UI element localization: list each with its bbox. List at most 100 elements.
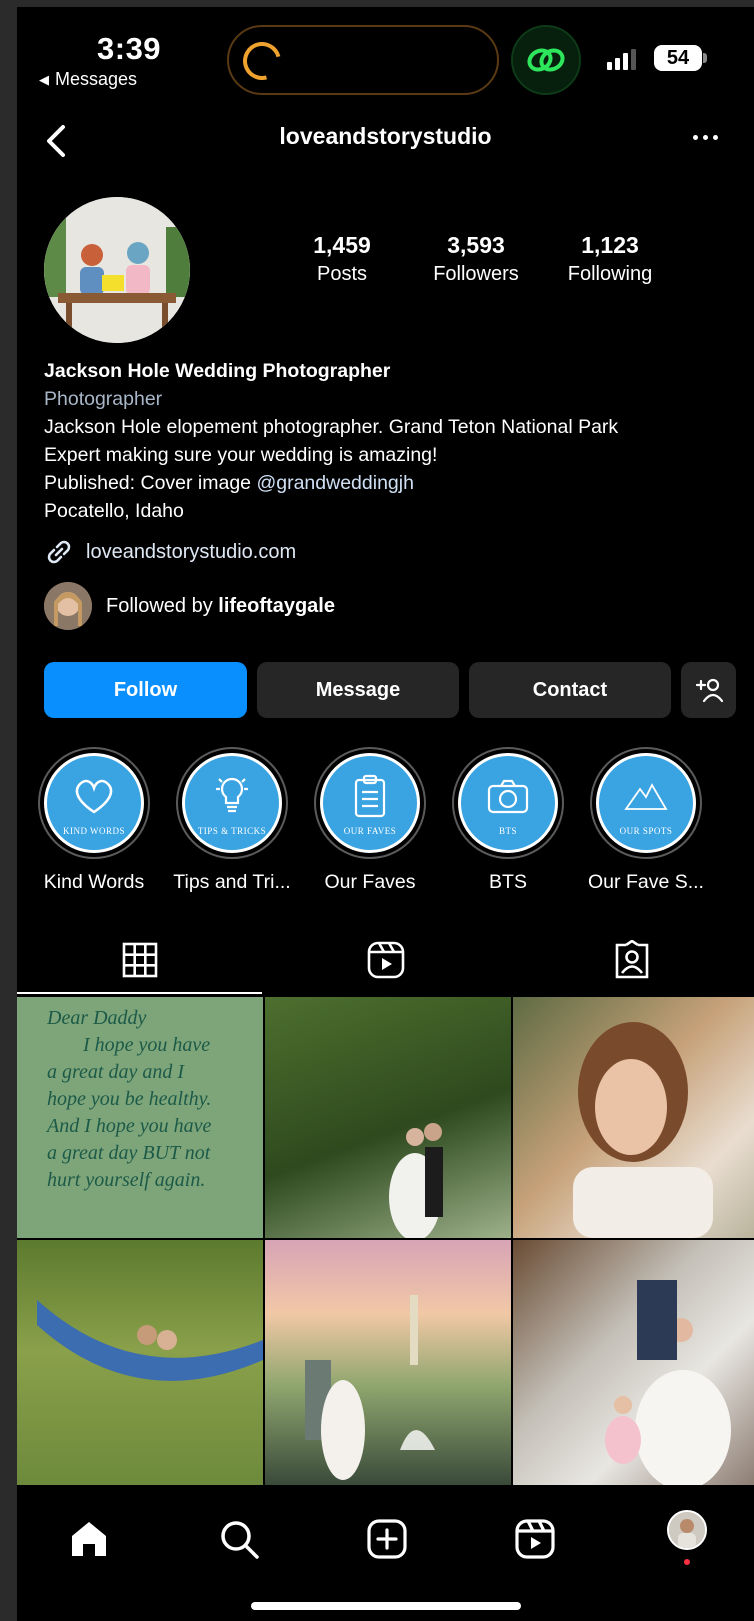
highlight-cover: OUR FAVES [320, 753, 420, 853]
status-time: 3:39 [97, 31, 162, 66]
bio-location: Pocatello, Idaho [44, 500, 184, 522]
bio-line-1: Jackson Hole elopement photographer. Gra… [44, 416, 619, 438]
profile-username: loveandstorystudio [279, 123, 492, 149]
followed-by[interactable]: Followed by lifeoftaygale [44, 582, 335, 630]
highlight-badge-text: BTS [498, 826, 517, 836]
bio-name: Jackson Hole Wedding Photographer [44, 360, 391, 382]
stat-posts-value: 1,459 [313, 232, 371, 258]
followed-by-user: lifeoftaygale [218, 594, 335, 617]
highlight-label: Our Faves [324, 871, 416, 893]
bio-mention-link[interactable]: @grandweddingjh [256, 472, 414, 494]
battery-tip [703, 53, 707, 63]
highlight-ring: BTS [452, 747, 564, 859]
highlight-tips-and-tricks[interactable]: TIPS & TRICKS Tips and Tri... [162, 747, 302, 894]
stat-following[interactable]: 1,123 Following [545, 232, 675, 286]
grid-icon [122, 942, 157, 978]
highlight-badge-text: TIPS & TRICKS [197, 826, 267, 836]
note-line: And I hope you have [47, 1115, 212, 1137]
back-triangle-icon: ◀ [39, 71, 49, 87]
back-app-label: Messages [55, 69, 138, 89]
bio-category[interactable]: Photographer [44, 385, 618, 413]
stat-posts-label: Posts [316, 263, 368, 285]
stat-following-label: Following [567, 263, 653, 285]
followed-by-text: Followed by lifeoftaygale [106, 595, 335, 618]
bio-line-3: Published: Cover image @grandweddingjh [44, 469, 618, 497]
contact-button[interactable]: Contact [469, 662, 671, 718]
highlight-our-fave-spots[interactable]: OUR SPOTS Our Fave S... [576, 747, 716, 894]
note-line: hurt yourself again. [47, 1169, 206, 1191]
follow-button[interactable]: Follow [44, 662, 247, 718]
highlight-ring: KIND WORDS [38, 747, 150, 859]
profile-bio: Jackson Hole Wedding Photographer Photog… [44, 357, 618, 525]
highlight-ring: OUR SPOTS [590, 747, 702, 859]
grid-post-6[interactable] [513, 1240, 754, 1485]
highlight-cover: KIND WORDS [44, 753, 144, 853]
tab-tagged[interactable] [509, 925, 754, 995]
stat-posts[interactable]: 1,459 Posts [277, 232, 407, 286]
suggest-people-button[interactable] [681, 662, 736, 718]
grid-post-4[interactable] [17, 1240, 263, 1485]
stat-following-value: 1,123 [581, 232, 639, 258]
clipboard-icon [354, 774, 386, 818]
message-button[interactable]: Message [257, 662, 459, 718]
home-icon[interactable] [65, 1515, 113, 1563]
notification-dot [684, 1559, 690, 1565]
home-indicator[interactable] [251, 1602, 521, 1610]
profile-nav-avatar[interactable] [667, 1510, 707, 1550]
handwritten-note: Dear Daddy I hope you have a great day a… [47, 1005, 261, 1194]
active-tab-indicator [17, 992, 262, 994]
highlight-label: Kind Words [43, 871, 145, 893]
note-line: I hope you have [83, 1034, 211, 1056]
followed-by-prefix: Followed by [106, 594, 219, 617]
stat-followers-label: Followers [433, 263, 519, 285]
back-to-messages[interactable]: ◀ Messages [39, 69, 137, 90]
heart-icon [75, 779, 113, 814]
search-icon[interactable] [215, 1515, 263, 1563]
website-link[interactable]: loveandstorystudio.com [44, 537, 296, 567]
note-line: hope you be healthy. [47, 1088, 212, 1110]
highlight-ring: TIPS & TRICKS [176, 747, 288, 859]
tagged-user-icon [615, 940, 648, 979]
camera-icon [487, 779, 529, 814]
phone-screen: 3:39 ◀ Messages 54 loveandstorystudio 1,… [17, 7, 754, 1621]
signal-icon [607, 49, 636, 70]
bio-line-3-prefix: Published: Cover image [44, 472, 257, 494]
bio-line-2: Expert making sure your wedding is amazi… [44, 444, 438, 466]
reels-icon [367, 941, 404, 979]
highlight-cover: OUR SPOTS [596, 753, 696, 853]
highlight-bts[interactable]: BTS BTS [438, 747, 578, 894]
highlight-cover: BTS [458, 753, 558, 853]
highlight-kind-words[interactable]: KIND WORDS Kind Words [24, 747, 164, 894]
note-line: a great day BUT not [47, 1142, 211, 1164]
link-activity-icon[interactable] [511, 25, 581, 95]
follower-avatar [44, 582, 92, 630]
more-options-icon[interactable] [693, 135, 718, 140]
note-line: Dear Daddy [47, 1007, 147, 1029]
stat-followers[interactable]: 3,593 Followers [411, 232, 541, 286]
highlight-label: BTS [489, 871, 527, 893]
grid-post-5[interactable] [265, 1240, 511, 1485]
reels-nav-icon[interactable] [511, 1515, 559, 1563]
highlight-label: Our Fave S... [588, 871, 704, 893]
grid-post-1[interactable]: Dear Daddy I hope you have a great day a… [17, 997, 263, 1238]
highlight-badge-text: OUR FAVES [343, 826, 397, 836]
create-post-icon[interactable] [363, 1515, 411, 1563]
stat-followers-value: 3,593 [447, 232, 505, 258]
dynamic-island[interactable] [227, 25, 499, 95]
highlight-ring: OUR FAVES [314, 747, 426, 859]
add-person-icon [695, 678, 723, 703]
highlight-label: Tips and Tri... [173, 871, 291, 893]
highlight-our-faves[interactable]: OUR FAVES Our Faves [300, 747, 440, 894]
highlight-cover: TIPS & TRICKS [182, 753, 282, 853]
grid-post-2[interactable] [265, 997, 511, 1238]
tab-posts-grid[interactable] [17, 925, 262, 995]
activity-ring-icon [236, 35, 288, 87]
link-icon [47, 540, 71, 564]
battery-indicator: 54 [654, 45, 702, 71]
profile-avatar[interactable] [44, 197, 190, 343]
grid-post-3[interactable] [513, 997, 754, 1238]
highlight-badge-text: OUR SPOTS [619, 826, 673, 836]
lightbulb-icon [216, 777, 248, 813]
tab-reels[interactable] [263, 925, 508, 995]
highlight-badge-text: KIND WORDS [62, 826, 126, 836]
